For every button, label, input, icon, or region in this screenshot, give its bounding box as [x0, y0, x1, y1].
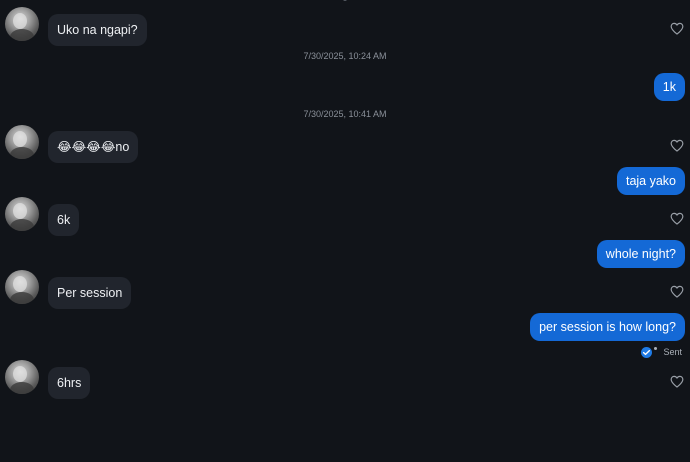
message-timestamp: 7/30/2025, 10:41 AM — [303, 109, 387, 119]
check-circle-icon — [641, 346, 653, 358]
status-dot — [654, 346, 658, 350]
heart-icon[interactable] — [670, 375, 684, 388]
outgoing-message[interactable]: taja yako — [616, 167, 685, 195]
avatar[interactable] — [5, 197, 39, 231]
heart-icon[interactable] — [670, 285, 684, 298]
incoming-message[interactable]: 😂😂😂😂no — [48, 131, 139, 163]
chat-thread: Uko na ngapi? 7/30/2025, 10:24 AM 1k 7/3… — [0, 0, 690, 462]
avatar[interactable] — [5, 7, 39, 41]
incoming-message[interactable]: 6k — [48, 204, 80, 236]
scroll-indicator — [343, 0, 347, 1]
message-status: Sent — [641, 346, 682, 358]
heart-icon[interactable] — [670, 22, 684, 35]
heart-icon[interactable] — [670, 212, 684, 225]
incoming-message[interactable]: Uko na ngapi? — [48, 14, 147, 46]
outgoing-message[interactable]: 1k — [653, 73, 685, 101]
avatar[interactable] — [5, 270, 39, 304]
avatar[interactable] — [5, 125, 39, 159]
status-label: Sent — [663, 347, 682, 357]
outgoing-message[interactable]: whole night? — [596, 240, 685, 268]
outgoing-message[interactable]: per session is how long? — [530, 313, 685, 341]
heart-icon[interactable] — [670, 139, 684, 152]
incoming-message[interactable]: 6hrs — [48, 367, 91, 399]
incoming-message[interactable]: Per session — [48, 277, 132, 309]
avatar[interactable] — [5, 360, 39, 394]
message-timestamp: 7/30/2025, 10:24 AM — [303, 51, 387, 61]
